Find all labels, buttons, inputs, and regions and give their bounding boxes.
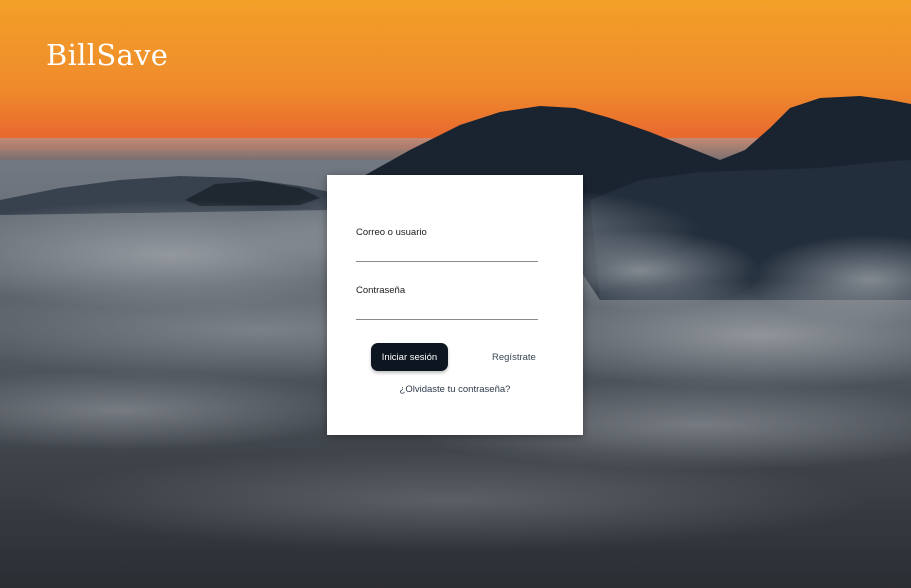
login-card: Correo o usuario Contraseña Iniciar sesi… xyxy=(327,175,583,435)
register-link[interactable]: Regístrate xyxy=(492,352,536,363)
login-button[interactable]: Iniciar sesión xyxy=(371,343,448,371)
user-field[interactable] xyxy=(356,243,538,262)
password-field[interactable] xyxy=(356,301,538,320)
brand-logo: BillSave xyxy=(46,38,169,72)
password-field-label: Contraseña xyxy=(356,285,406,296)
user-field-label: Correo o usuario xyxy=(356,227,427,238)
login-page: BillSave Correo o usuario Contraseña Ini… xyxy=(0,0,911,588)
forgot-password-link[interactable]: ¿Olvidaste tu contraseña? xyxy=(327,384,583,395)
